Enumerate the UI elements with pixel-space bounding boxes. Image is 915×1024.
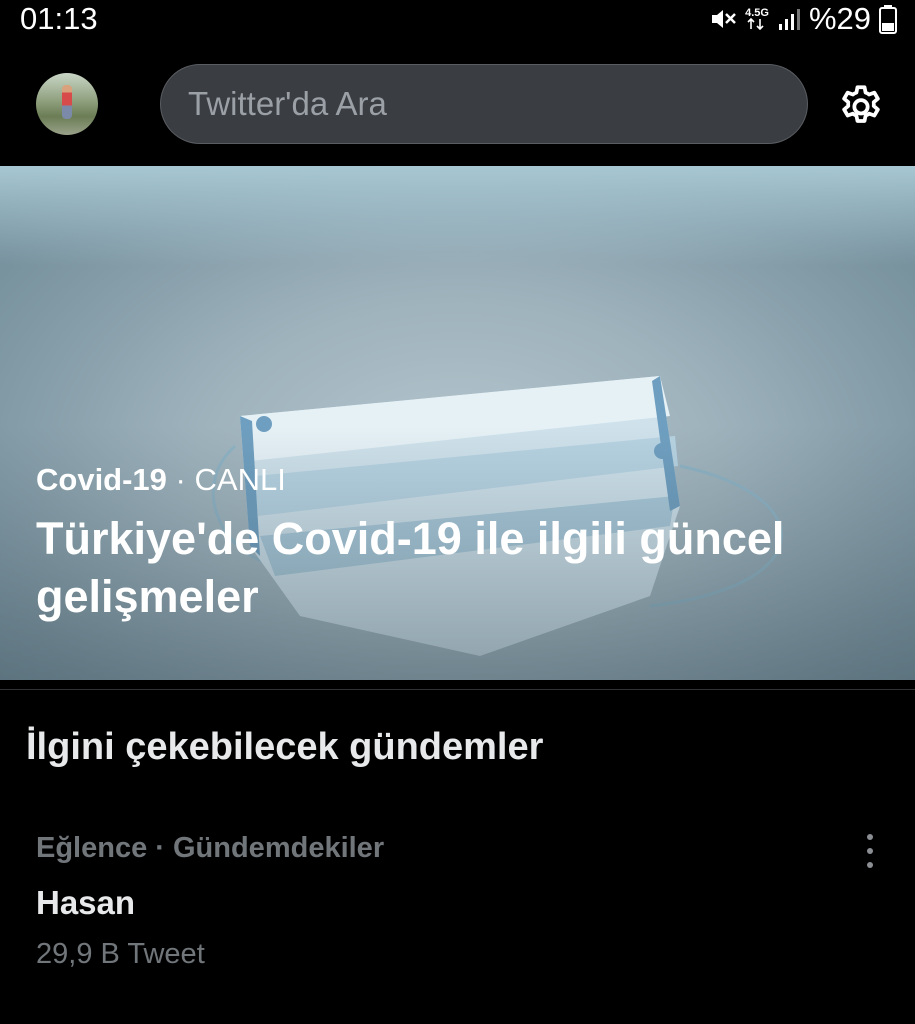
hero-category: Covid-19	[36, 462, 167, 497]
hero-card[interactable]: Covid-19 · CANLI Türkiye'de Covid-19 ile…	[0, 166, 915, 680]
battery-icon	[879, 4, 897, 34]
network-type-icon: 4.5G	[745, 8, 769, 30]
avatar[interactable]	[36, 73, 98, 135]
status-time: 01:13	[20, 1, 98, 36]
battery-text: %29	[808, 1, 871, 36]
mute-icon	[709, 5, 737, 33]
hero-live-label: CANLI	[194, 462, 286, 497]
top-header	[0, 40, 915, 165]
hero-text: Covid-19 · CANLI Türkiye'de Covid-19 ile…	[36, 462, 896, 626]
trend-name: Hasan	[36, 884, 136, 921]
trend-count: 29,9 B Tweet	[36, 938, 205, 970]
hero-separator: ·	[175, 462, 186, 497]
trend-item[interactable]: Eğlence · Gündemdekiler Hasan 29,9 B Twe…	[0, 820, 915, 990]
hero-title: Türkiye'de Covid-19 ile ilgili güncel ge…	[36, 513, 785, 622]
more-options-icon[interactable]	[858, 834, 882, 868]
search-bar[interactable]	[160, 64, 808, 144]
status-icons: 4.5G %29	[709, 1, 897, 37]
status-bar: 01:13 4.5G %29	[0, 0, 915, 38]
trend-meta: Eğlence · Gündemdekiler	[36, 832, 385, 864]
search-input[interactable]	[188, 85, 807, 123]
divider	[0, 689, 915, 690]
gear-icon[interactable]	[836, 82, 886, 132]
avatar-photo-figure	[62, 85, 72, 119]
hero-meta: Covid-19 · CANLI	[36, 462, 896, 498]
signal-icon	[777, 7, 801, 31]
section-title: İlgini çekebilecek gündemler	[26, 726, 544, 768]
